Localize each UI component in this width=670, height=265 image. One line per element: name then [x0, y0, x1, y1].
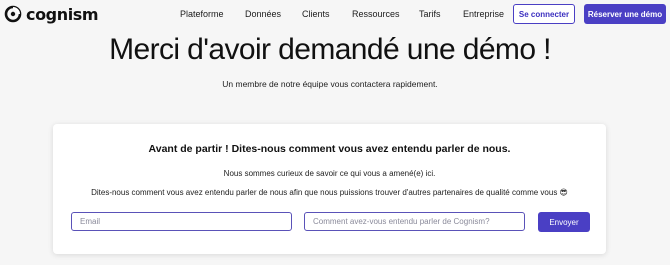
survey-prompt: Dites-nous comment vous avez entendu par…: [91, 188, 568, 197]
nav-item-clients[interactable]: Clients: [302, 9, 330, 19]
site-header: cognism Plateforme Données Clients Resso…: [0, 0, 670, 30]
page-subtitle: Un membre de notre équipe vous contacter…: [222, 79, 438, 89]
survey-title: Avant de partir ! Dites-nous comment vou…: [148, 143, 511, 155]
nav-item-plateforme[interactable]: Plateforme: [180, 9, 224, 19]
email-field[interactable]: [71, 212, 292, 231]
book-demo-button[interactable]: Réserver une démo: [584, 4, 666, 24]
page: cognism Plateforme Données Clients Resso…: [0, 0, 670, 265]
nav-item-entreprise[interactable]: Entreprise: [463, 9, 504, 19]
login-button[interactable]: Se connecter: [513, 4, 575, 24]
referral-source-field[interactable]: [304, 212, 525, 231]
submit-button[interactable]: Envoyer: [538, 212, 590, 232]
nav-item-ressources[interactable]: Ressources: [352, 9, 400, 19]
nav-item-tarifs[interactable]: Tarifs: [419, 9, 441, 19]
survey-description: Nous sommes curieux de savoir ce qui vou…: [223, 169, 436, 178]
nav-item-donnees[interactable]: Données: [245, 9, 281, 19]
survey-card: Avant de partir ! Dites-nous comment vou…: [53, 124, 606, 254]
page-title: Merci d'avoir demandé une démo !: [109, 33, 551, 66]
